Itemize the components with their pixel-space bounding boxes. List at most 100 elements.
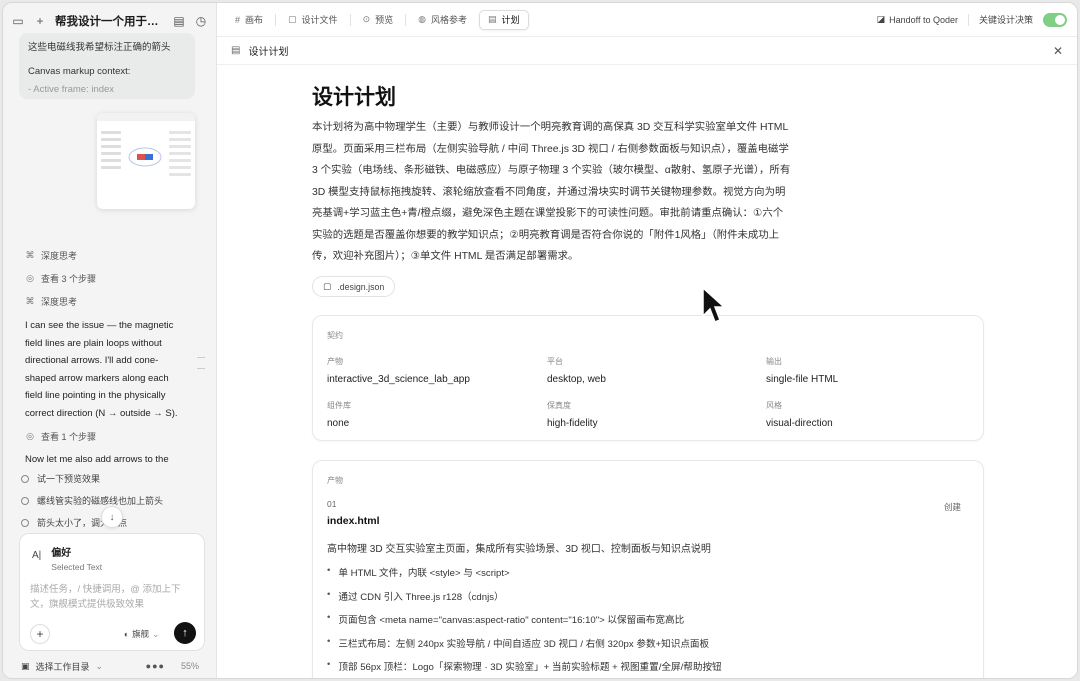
tab-canvas[interactable]: # 画布	[227, 10, 271, 30]
scroll-down-button[interactable]: ↓	[101, 506, 123, 528]
brain-icon: ⌘	[25, 296, 35, 306]
chevron-down-icon: ⌄	[95, 660, 104, 671]
top-toolbar: # 画布 ▢ 设计文件 ⊙ 预览 ◍ 风格参考 ▤ 计划 ◪ Handoff t…	[217, 3, 1077, 37]
artifact-action-badge: 创建	[943, 502, 961, 512]
artifacts-card: 产物 01 index.html 创建 高中物理 3D 交互实验室主页面，集成所…	[312, 460, 984, 678]
step-view-1[interactable]: ◎ 查看 1 个步骤	[25, 430, 96, 443]
add-attachment-button[interactable]: +	[30, 624, 50, 644]
eye-icon: ◎	[26, 431, 34, 441]
tab-label: 计划	[501, 15, 520, 25]
preference-subtitle: Selected Text	[51, 562, 103, 572]
suggestion-bullet-icon	[21, 496, 29, 505]
workdir-select[interactable]: 选择工作目录	[36, 660, 90, 673]
list-item: • 顶部 56px 顶栏：Logo「探索物理 · 3D 实验室」+ 当前实验标题 …	[327, 659, 967, 678]
field-key: 输出	[766, 357, 782, 366]
field-key: 保真度	[547, 401, 571, 410]
design-json-chip[interactable]: ▢ .design.json	[312, 276, 396, 297]
step-deep-thinking[interactable]: ⌘ 深度思考	[25, 249, 78, 262]
step-label: 深度思考	[41, 251, 78, 261]
contract-field: 输出 single-file HTML	[766, 356, 838, 385]
card-label: 产物	[327, 476, 343, 485]
key-decisions-label: 关键设计决策	[978, 15, 1033, 25]
more-icon[interactable]: ●●●	[146, 661, 165, 671]
canvas-screenshot-thumbnail[interactable]	[97, 113, 195, 209]
conversation-title: 帮我设计一个用于高中...	[55, 16, 164, 28]
list-item: • 通过 CDN 引入 Three.js r128（cdnjs）	[327, 589, 967, 613]
user-message-bubble: 这些电磁线我希望标注正确的箭头 Canvas markup context: -…	[19, 33, 195, 99]
list-item: • 页面包含 <meta name="canvas:aspect-ratio" c…	[327, 612, 967, 636]
suggestion-item[interactable]: 试一下预览效果	[21, 472, 100, 485]
arrow-up-icon: ↑	[182, 627, 188, 639]
history-icon[interactable]: ◷	[194, 14, 208, 28]
tab-style-reference[interactable]: ◍ 风格参考	[410, 10, 475, 30]
flagship-icon: ◐	[124, 629, 130, 639]
plan-document: 设计计划 本计划将为高中物理学生（主要）与教师设计一个明亮教育调的高保真 3D …	[217, 65, 1077, 678]
tab-plan[interactable]: ▤ 计划	[479, 9, 529, 30]
contract-field: 平台 desktop, web	[547, 356, 606, 385]
step-deep-thinking-2[interactable]: ⌘ 深度思考	[25, 295, 78, 308]
plan-summary: 本计划将为高中物理学生（主要）与教师设计一个明亮教育调的高保真 3D 交互科学实…	[312, 122, 791, 262]
sidebar-toggle-icon[interactable]: ▭	[11, 14, 25, 28]
grid-icon: #	[235, 14, 241, 25]
model-mode-select[interactable]: ◐ 旗舰 ⌄	[124, 628, 159, 640]
clipboard-icon: ▤	[488, 14, 497, 24]
scroll-indicator	[197, 347, 205, 379]
suggestion-label: 试一下预览效果	[37, 474, 101, 484]
document-icon: ▤	[231, 45, 241, 56]
arrow-down-icon: ↓	[109, 511, 115, 523]
tab-label: 预览	[375, 15, 394, 25]
close-icon[interactable]: ✕	[1053, 44, 1063, 58]
app-window: ▭ + 帮我设计一个用于高中... ▤ ◷ 这些电磁线我希望标注正确的箭头 Ca…	[2, 2, 1078, 679]
palette-icon: ◍	[418, 14, 426, 24]
eye-icon: ◎	[26, 273, 34, 283]
chevron-down-icon: ⌄	[152, 628, 160, 639]
chip-label: .design.json	[337, 281, 385, 292]
tab-label: 设计文件	[301, 15, 338, 25]
message-input[interactable]: 描述任务，/ 快捷调用，@ 添加上下文，旗舰模式提供极致效果	[30, 582, 198, 612]
tab-label: 画布	[245, 15, 264, 25]
document-header-title: 设计计划	[248, 47, 289, 58]
book-icon[interactable]: ▤	[172, 14, 186, 28]
artifact-filename: index.html	[327, 515, 380, 527]
step-label: 深度思考	[41, 297, 78, 307]
list-item-text: 通过 CDN 引入 Three.js r128（cdnjs）	[338, 591, 504, 603]
preview-icon: ⊙	[362, 14, 371, 24]
view-tabs: # 画布 ▢ 设计文件 ⊙ 预览 ◍ 风格参考 ▤ 计划	[227, 9, 529, 30]
toolbar-actions: ◪ Handoff to Qoder 关键设计决策	[877, 12, 1067, 27]
assistant-message: I can see the issue — the magnetic field…	[25, 320, 178, 419]
step-label: 查看 1 个步骤	[41, 432, 97, 442]
sidebar-footer: ▣ 选择工作目录 ⌄ ●●● 55%	[3, 655, 217, 677]
field-key: 组件库	[327, 401, 351, 410]
mouse-cursor-icon	[702, 286, 725, 323]
tab-label: 风格参考	[430, 15, 467, 25]
handoff-button[interactable]: ◪ Handoff to Qoder	[877, 14, 958, 25]
field-value: none	[327, 418, 350, 429]
user-message-context-line: - Active frame: index	[28, 84, 115, 95]
plus-icon: +	[36, 627, 44, 641]
step-view-3[interactable]: ◎ 查看 3 个步骤	[25, 272, 96, 285]
suggestion-bullet-icon	[21, 518, 29, 527]
artifact-requirements: • 单 HTML 文件，内联 <style> 与 <script> • 通过 CDN…	[327, 565, 967, 678]
list-item-text: 顶部 56px 顶栏：Logo「探索物理 · 3D 实验室」+ 当前实验标题 +…	[338, 662, 722, 673]
new-chat-icon[interactable]: +	[33, 14, 47, 28]
contract-card: 契约 产物 interactive_3d_science_lab_app 平台 …	[312, 315, 984, 441]
list-item-text: 页面包含 <meta name="canvas:aspect-ratio" co…	[338, 615, 685, 626]
step-label: 查看 3 个步骤	[41, 274, 97, 284]
mode-label: 旗舰	[132, 629, 150, 639]
suggestion-item[interactable]: 螺线管实验的磁感线也加上箭头	[21, 494, 163, 507]
list-item: • 三栏式布局：左侧 240px 实验导航 / 中间自适应 3D 视口 / 右侧 …	[327, 636, 967, 660]
message-composer: A| 偏好 Selected Text 描述任务，/ 快捷调用，@ 添加上下文，…	[19, 533, 205, 651]
assistant-message-2: Now let me also add arrows to the	[25, 454, 169, 465]
preference-attachment[interactable]: A| 偏好 Selected Text	[32, 544, 102, 572]
handoff-label: Handoff to Qoder	[889, 14, 958, 25]
key-decisions-toggle[interactable]	[1043, 12, 1067, 27]
preference-title: 偏好	[51, 548, 72, 559]
tab-design-files[interactable]: ▢ 设计文件	[280, 10, 346, 30]
user-message-text: 这些电磁线我希望标注正确的箭头	[28, 42, 171, 53]
contract-field: 保真度 high-fidelity	[547, 400, 598, 429]
field-value: desktop, web	[547, 374, 606, 385]
send-button[interactable]: ↑	[174, 622, 196, 644]
artifact-number: 01	[327, 499, 337, 509]
tab-preview[interactable]: ⊙ 预览	[355, 10, 402, 30]
document-header: ▤ 设计计划 ✕	[217, 37, 1077, 65]
